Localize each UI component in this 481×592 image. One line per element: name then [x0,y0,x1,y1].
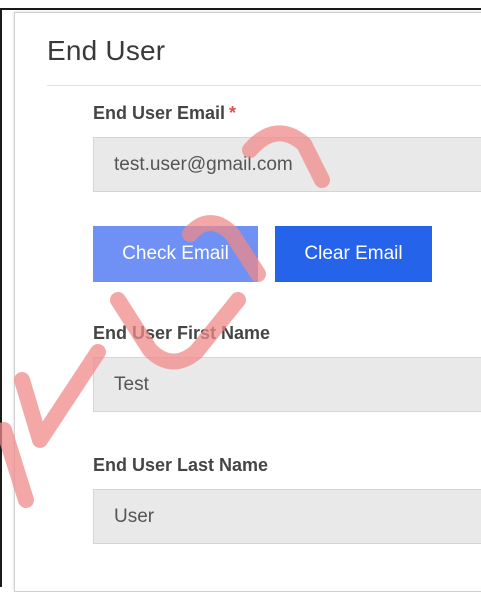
window-top-border [0,0,481,10]
last-name-field[interactable]: User [93,489,481,544]
title-divider [47,85,481,86]
first-name-field[interactable]: Test [93,357,481,412]
end-user-panel: End User End User Email * test.user@gmail… [14,12,481,592]
first-name-field-value: Test [114,374,149,395]
clear-email-button[interactable]: Clear Email [275,226,432,282]
first-name-label: End User First Name [93,323,271,343]
required-marker: * [229,103,237,123]
section-title: End User [47,35,166,66]
last-name-field-value: User [114,506,155,527]
email-field-value: test.user@gmail.com [114,154,293,175]
last-name-label: End User Last Name [93,455,269,475]
email-label-text: End User Email [93,103,226,123]
email-label: End User Email * [93,103,236,124]
check-email-button[interactable]: Check Email [93,226,258,282]
window-left-border [0,8,2,587]
email-field[interactable]: test.user@gmail.com [93,137,481,192]
